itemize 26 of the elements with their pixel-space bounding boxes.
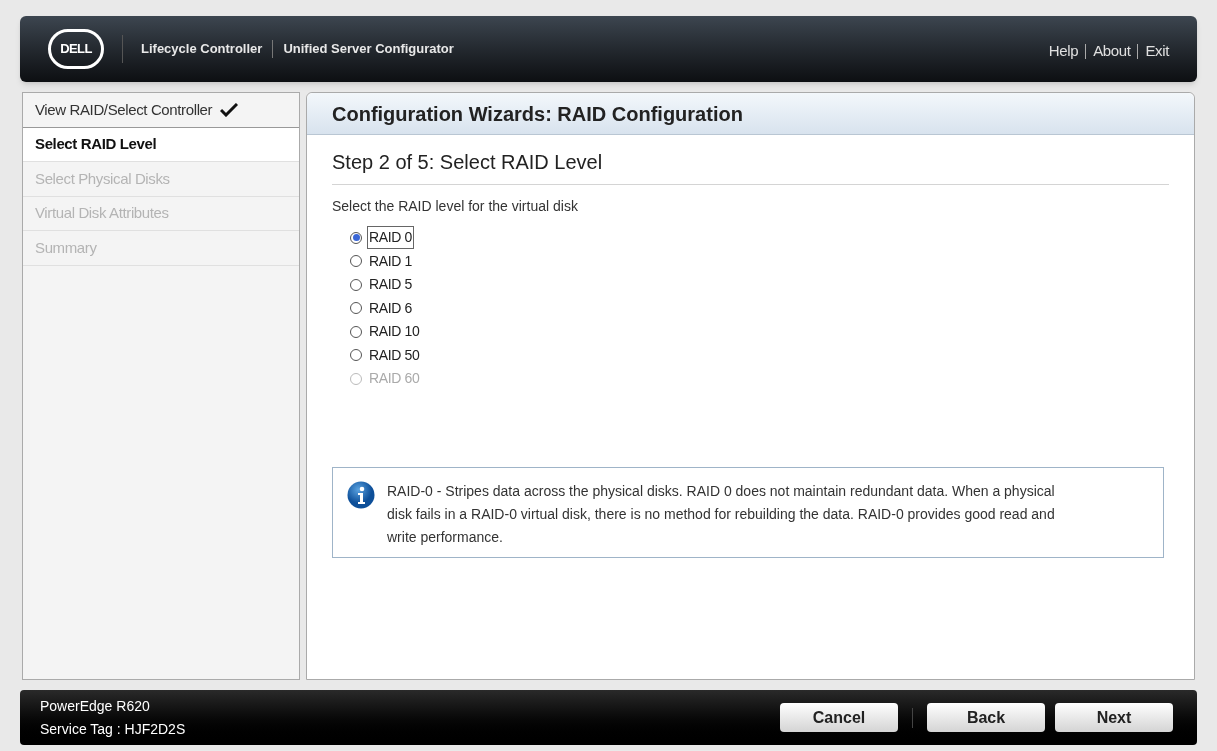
- radio-option[interactable]: RAID 1: [350, 249, 1169, 273]
- footer-button[interactable]: Next: [1055, 703, 1173, 732]
- radio-button[interactable]: [350, 231, 362, 244]
- radio-option[interactable]: RAID 5: [350, 273, 1169, 297]
- info-text: RAID-0 - Stripes data across the physical disks. RAID 0 does not maintain redundant data. When a physical disk fails in a RAID-0 virtual disk, there is no method for rebuilding the data. RAID-0 provides good read and write performance.: [387, 481, 1056, 547]
- logo: DELL: [48, 29, 104, 69]
- radio-option[interactable]: RAID 0: [350, 226, 1169, 250]
- step-heading: Step 2 of 5: Select RAID Level: [332, 151, 603, 173]
- prompt-text: Select the RAID level for the virtual disk: [332, 198, 578, 214]
- radio-option[interactable]: RAID 10: [350, 320, 1169, 344]
- footer-button[interactable]: Cancel: [780, 703, 898, 732]
- info-icon: [347, 480, 375, 509]
- radio-option[interactable]: RAID 50: [350, 343, 1169, 367]
- header-link[interactable]: Help: [1048, 39, 1079, 63]
- app-title: Unified Server Configurator: [283, 40, 454, 59]
- service-tag-text: Service Tag : HJF2D2S: [40, 719, 186, 739]
- check-icon: [220, 102, 239, 117]
- radio-option[interactable]: RAID 6: [350, 296, 1169, 320]
- model-text: PowerEdge R620: [40, 696, 151, 716]
- header-link[interactable]: Exit: [1145, 39, 1169, 63]
- header-link[interactable]: About: [1093, 39, 1131, 63]
- sidebar-item[interactable]: Select RAID Level: [23, 127, 299, 162]
- page-title: Configuration Wizards: RAID Configuration: [332, 101, 743, 127]
- radio-option: RAID 60: [350, 367, 1169, 391]
- footer-button[interactable]: Back: [927, 703, 1045, 732]
- app-title: Lifecycle Controller: [141, 40, 263, 59]
